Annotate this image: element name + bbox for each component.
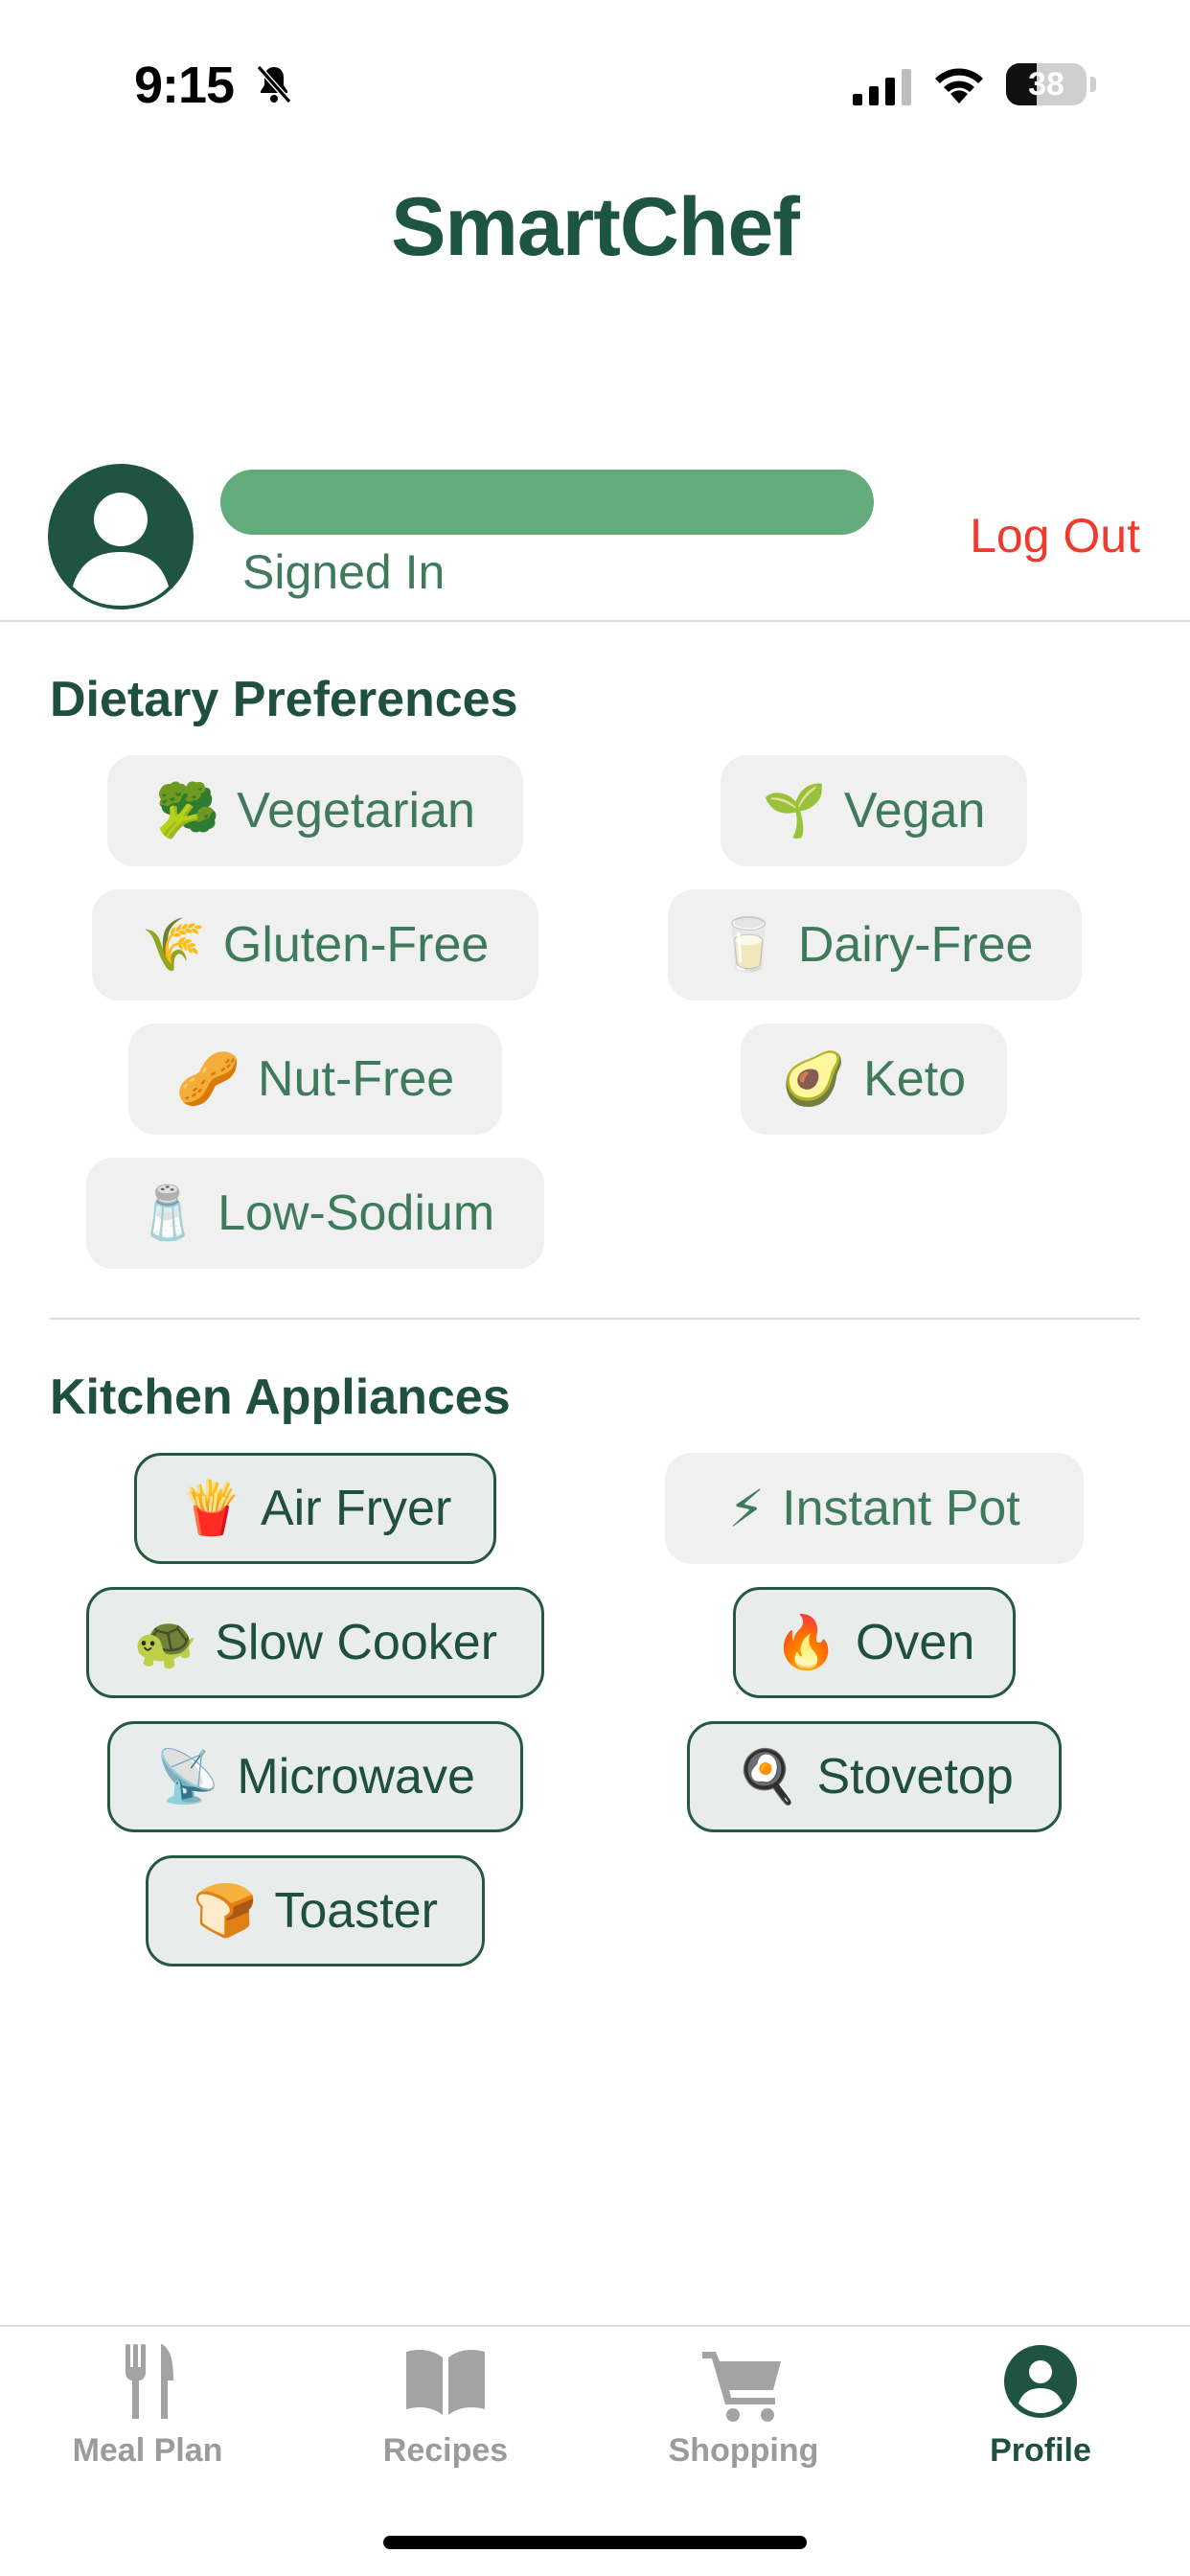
- chip-label: Toaster: [274, 1883, 438, 1939]
- cellular-signal-icon: [853, 69, 911, 105]
- tab-label: Meal Plan: [72, 2432, 223, 2469]
- dietary-chip-vegan[interactable]: 🌱 Vegan: [721, 755, 1027, 866]
- dietary-chip-gluten-free[interactable]: 🌾 Gluten-Free: [92, 889, 538, 1000]
- appliance-chip-oven[interactable]: 🔥 Oven: [733, 1587, 1016, 1698]
- battery-percent: 38: [1028, 66, 1064, 103]
- lightning-icon: ⚡: [728, 1478, 766, 1539]
- fire-icon: 🔥: [773, 1612, 838, 1672]
- chip-label: Keto: [863, 1051, 967, 1107]
- divider: [0, 620, 1190, 622]
- dietary-preferences-heading: Dietary Preferences: [50, 672, 518, 727]
- tab-meal-plan[interactable]: Meal Plan: [33, 2338, 263, 2492]
- tab-label: Recipes: [382, 2432, 509, 2469]
- tab-profile[interactable]: Profile: [926, 2338, 1156, 2492]
- chip-label: Stovetop: [816, 1749, 1014, 1805]
- tab-recipes[interactable]: Recipes: [331, 2338, 561, 2492]
- seedling-icon: 🌱: [762, 780, 827, 840]
- chip-label: Vegetarian: [237, 783, 475, 839]
- battery-indicator: 38: [1006, 63, 1087, 105]
- appliance-chip-slow-cooker[interactable]: 🐢 Slow Cooker: [86, 1587, 544, 1698]
- fork-knife-icon: [126, 2344, 173, 2419]
- appliance-chip-instant-pot[interactable]: ⚡ Instant Pot: [665, 1453, 1084, 1564]
- chip-label: Air Fryer: [260, 1481, 452, 1536]
- dietary-chip-nut-free[interactable]: 🥜 Nut-Free: [128, 1024, 502, 1135]
- signed-in-status: Signed In: [242, 545, 446, 599]
- tab-label: Profile: [990, 2432, 1091, 2469]
- section-divider: [50, 1318, 1140, 1320]
- kitchen-appliances-heading: Kitchen Appliances: [50, 1369, 511, 1425]
- fries-icon: 🍟: [178, 1478, 243, 1538]
- home-indicator: [383, 2536, 807, 2549]
- book-icon: [406, 2350, 485, 2415]
- peanut-icon: 🥜: [175, 1048, 241, 1109]
- appliance-chip-toaster[interactable]: 🍞 Toaster: [146, 1855, 485, 1966]
- status-bar: 9:15 38: [0, 0, 1190, 172]
- wifi-icon: [935, 68, 983, 104]
- frying-pan-icon: 🍳: [735, 1746, 800, 1806]
- battery-cap: [1090, 77, 1096, 92]
- chip-label: Instant Pot: [782, 1481, 1020, 1536]
- dietary-chip-low-sodium[interactable]: 🧂 Low-Sodium: [86, 1158, 544, 1269]
- satellite-dish-icon: 📡: [155, 1746, 220, 1806]
- chip-label: Slow Cooker: [215, 1615, 498, 1670]
- dietary-chip-dairy-free[interactable]: 🥛 Dairy-Free: [668, 889, 1082, 1000]
- dietary-chip-vegetarian[interactable]: 🥦 Vegetarian: [107, 755, 523, 866]
- appliance-chip-air-fryer[interactable]: 🍟 Air Fryer: [134, 1453, 496, 1564]
- chip-label: Dairy-Free: [797, 917, 1034, 973]
- appliance-chip-microwave[interactable]: 📡 Microwave: [107, 1721, 523, 1832]
- salt-shaker-icon: 🧂: [135, 1183, 201, 1243]
- chip-label: Low-Sodium: [217, 1185, 495, 1241]
- chip-label: Gluten-Free: [222, 917, 490, 973]
- chip-label: Oven: [855, 1615, 975, 1670]
- broccoli-icon: 🥦: [155, 780, 220, 840]
- tab-shopping[interactable]: Shopping: [629, 2338, 858, 2492]
- chip-label: Nut-Free: [258, 1051, 455, 1107]
- tab-label: Shopping: [668, 2432, 819, 2469]
- status-time: 9:15: [134, 57, 235, 114]
- avatar: [48, 464, 194, 610]
- bell-slash-icon: [256, 65, 292, 104]
- person-icon: [73, 493, 169, 606]
- chip-label: Microwave: [237, 1749, 475, 1805]
- user-name-placeholder: [220, 470, 874, 535]
- wheat-icon: 🌾: [141, 914, 206, 975]
- profile-icon: [1004, 2345, 1077, 2418]
- cart-icon: [702, 2352, 781, 2422]
- turtle-icon: 🐢: [132, 1612, 198, 1672]
- chip-label: Vegan: [843, 783, 986, 839]
- avocado-icon: 🥑: [781, 1048, 847, 1109]
- appliance-chip-stovetop[interactable]: 🍳 Stovetop: [687, 1721, 1062, 1832]
- dietary-chip-keto[interactable]: 🥑 Keto: [741, 1024, 1007, 1135]
- app-title: SmartChef: [391, 181, 800, 273]
- milk-glass-icon: 🥛: [716, 914, 781, 975]
- bread-icon: 🍞: [193, 1880, 258, 1941]
- logout-button[interactable]: Log Out: [970, 508, 1140, 564]
